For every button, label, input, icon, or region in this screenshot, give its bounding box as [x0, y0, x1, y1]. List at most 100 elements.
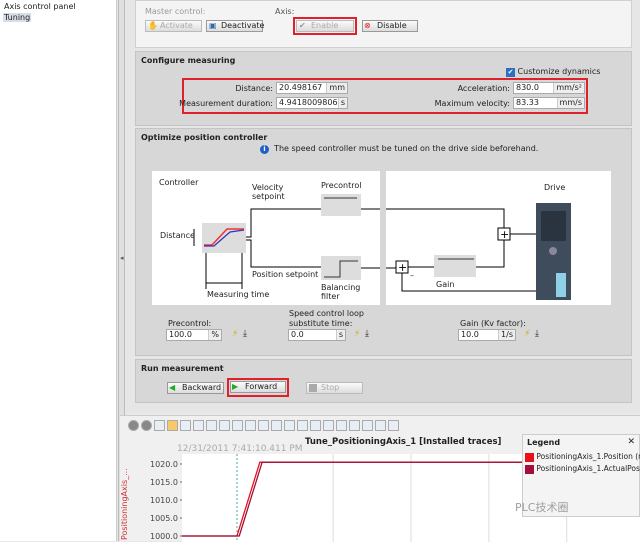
- optimize-section: Optimize position controller i The speed…: [135, 128, 632, 356]
- download-icon[interactable]: ⤓: [365, 329, 369, 339]
- svg-text:+: +: [398, 261, 407, 274]
- zoom-out-icon[interactable]: [232, 420, 243, 431]
- legend-close-icon[interactable]: ✕: [627, 437, 635, 447]
- download-icon[interactable]: ⤓: [535, 329, 539, 339]
- align-left-icon[interactable]: [362, 420, 373, 431]
- tuning-panel: Master control: ✋ Activate ▣ Deactivate Ax…: [126, 0, 640, 412]
- tree-item-axis-control-panel[interactable]: Axis control panel: [3, 2, 77, 11]
- diagram-label: Distance: [160, 231, 195, 240]
- enable-button[interactable]: ✔ Enable: [296, 20, 354, 32]
- stop-button[interactable]: Stop: [306, 382, 363, 394]
- wizard-icon[interactable]: ⚡: [354, 329, 360, 339]
- speed-time-field[interactable]: 0.0 s: [288, 329, 346, 341]
- scale-icon[interactable]: [297, 420, 308, 431]
- trace-toolbar: [128, 420, 401, 431]
- signal-icon[interactable]: [310, 420, 321, 431]
- customize-dynamics-checkbox[interactable]: ✔ Customize dynamics: [506, 67, 600, 77]
- deactivate-button[interactable]: ▣ Deactivate: [206, 20, 264, 32]
- diagram-label: Precontrol: [321, 181, 362, 190]
- disable-button[interactable]: ⊗ Disable: [362, 20, 418, 32]
- zoom-area-icon[interactable]: [180, 420, 191, 431]
- info-icon: i: [260, 145, 269, 154]
- back-icon[interactable]: [128, 420, 139, 431]
- wizard-icon[interactable]: ⚡: [524, 329, 530, 339]
- trace-timestamp: 12/31/2011 7:41:10.411 PM: [177, 444, 303, 454]
- diagram-label: Velocity: [252, 183, 284, 192]
- diagram-label: Controller: [159, 178, 199, 187]
- section-title: Run measurement: [141, 364, 224, 373]
- y-tick-label: 1020.0: [150, 460, 178, 469]
- align-right-icon[interactable]: [375, 420, 386, 431]
- control-bar: Master control: ✋ Activate ▣ Deactivate Ax…: [135, 0, 632, 48]
- gain-field[interactable]: 10.0 1/s: [458, 329, 516, 341]
- acceleration-label: Acceleration:: [457, 84, 510, 93]
- y-tick-label: 1015.0: [150, 478, 178, 487]
- svg-text:+: +: [500, 228, 509, 241]
- speed-time-label: Speed control loop: [289, 309, 364, 318]
- speed-time-label: substitute time:: [289, 319, 353, 328]
- tree-panel: Axis control panel Tuning: [0, 0, 117, 541]
- legend-swatch: [525, 452, 534, 462]
- download-icon[interactable]: ⤓: [243, 329, 247, 339]
- drive-diagram-svg: + +: [386, 203, 571, 300]
- precontrol-label: Precontrol:: [168, 319, 212, 328]
- forward-button[interactable]: ▶ Forward: [230, 381, 286, 393]
- drive-diagram: + + Drive Gain –: [386, 171, 611, 305]
- legend-entry[interactable]: PositioningAxis_1.Position (r: [525, 452, 640, 462]
- y-tick-label: 1000.0: [150, 532, 178, 541]
- fit-x-icon[interactable]: [271, 420, 282, 431]
- trace-title: Tune_PositioningAxis_1 [Installed traces…: [305, 437, 502, 447]
- axis-label: Axis:: [275, 7, 295, 16]
- wizard-icon[interactable]: ⚡: [232, 329, 238, 339]
- diagram-label: Balancing filter: [321, 283, 361, 301]
- section-title: Optimize position controller: [141, 133, 268, 142]
- activate-button[interactable]: ✋ Activate: [145, 20, 202, 32]
- disable-x-icon: ⊗: [364, 21, 371, 30]
- diagram-label: setpoint: [252, 192, 285, 201]
- watermark: PLC技术圈: [515, 501, 569, 514]
- backward-arrow-icon: ◀: [169, 383, 176, 392]
- legend-title: Legend: [527, 438, 561, 447]
- diagram-label: Gain: [436, 280, 455, 289]
- acceleration-field[interactable]: 830.0 mm/s²: [513, 82, 585, 94]
- chart-icon[interactable]: [284, 420, 295, 431]
- forward-arrow-icon: ▶: [232, 382, 239, 391]
- trace-view: Tune_PositioningAxis_1 [Installed traces…: [120, 415, 640, 542]
- controller-diagram: Controller Velocity setpoint Precontrol …: [152, 171, 380, 305]
- pan-hand-icon[interactable]: [167, 420, 178, 431]
- zoom-fit-icon[interactable]: [245, 420, 256, 431]
- precontrol-field[interactable]: 100.0%: [166, 329, 222, 341]
- diagram-label: Measuring time: [207, 290, 270, 299]
- configure-measuring-section: Configure measuring ✔ Customize dynamics…: [135, 51, 632, 126]
- export-icon[interactable]: [388, 420, 399, 431]
- pointer-icon[interactable]: [154, 420, 165, 431]
- fit-y-icon[interactable]: [258, 420, 269, 431]
- distance-label: Distance:: [235, 84, 273, 93]
- vertical-cursor-icon[interactable]: [323, 420, 334, 431]
- tree-item-tuning[interactable]: Tuning: [3, 13, 32, 22]
- y-tick-label: 1010.0: [150, 496, 178, 505]
- distance-field[interactable]: 20.498167 mm: [276, 82, 348, 94]
- info-message: i The speed controller must be tuned on …: [260, 144, 538, 154]
- duration-field[interactable]: 4.941800980633: s: [276, 97, 348, 109]
- legend-entry[interactable]: PositioningAxis_1.ActualPos: [525, 464, 640, 474]
- forward-icon[interactable]: [141, 420, 152, 431]
- zoom-y-icon[interactable]: [206, 420, 217, 431]
- section-title: Configure measuring: [141, 56, 236, 65]
- backward-button[interactable]: ◀ Backward: [167, 382, 224, 394]
- legend-swatch: [525, 464, 534, 474]
- zoom-in-icon[interactable]: [219, 420, 230, 431]
- collapse-arrow-icon[interactable]: ◂: [120, 254, 124, 262]
- master-control-label: Master control:: [145, 7, 206, 16]
- max-velocity-label: Maximum velocity:: [434, 99, 510, 108]
- max-velocity-field[interactable]: 83.33 mm/s: [513, 97, 585, 109]
- run-measurement-section: Run measurement ◀ Backward ▶ Forward Stop: [135, 359, 632, 403]
- enable-check-icon: ✔: [299, 21, 306, 30]
- gain-label: Gain (Kv factor):: [460, 319, 526, 328]
- checkbox-check-icon: ✔: [506, 68, 515, 77]
- y-tick-label: 1005.0: [150, 514, 178, 523]
- duration-label: Measurement duration:: [179, 99, 273, 108]
- legend-icon[interactable]: [349, 420, 360, 431]
- zoom-x-icon[interactable]: [193, 420, 204, 431]
- horizontal-cursor-icon[interactable]: [336, 420, 347, 431]
